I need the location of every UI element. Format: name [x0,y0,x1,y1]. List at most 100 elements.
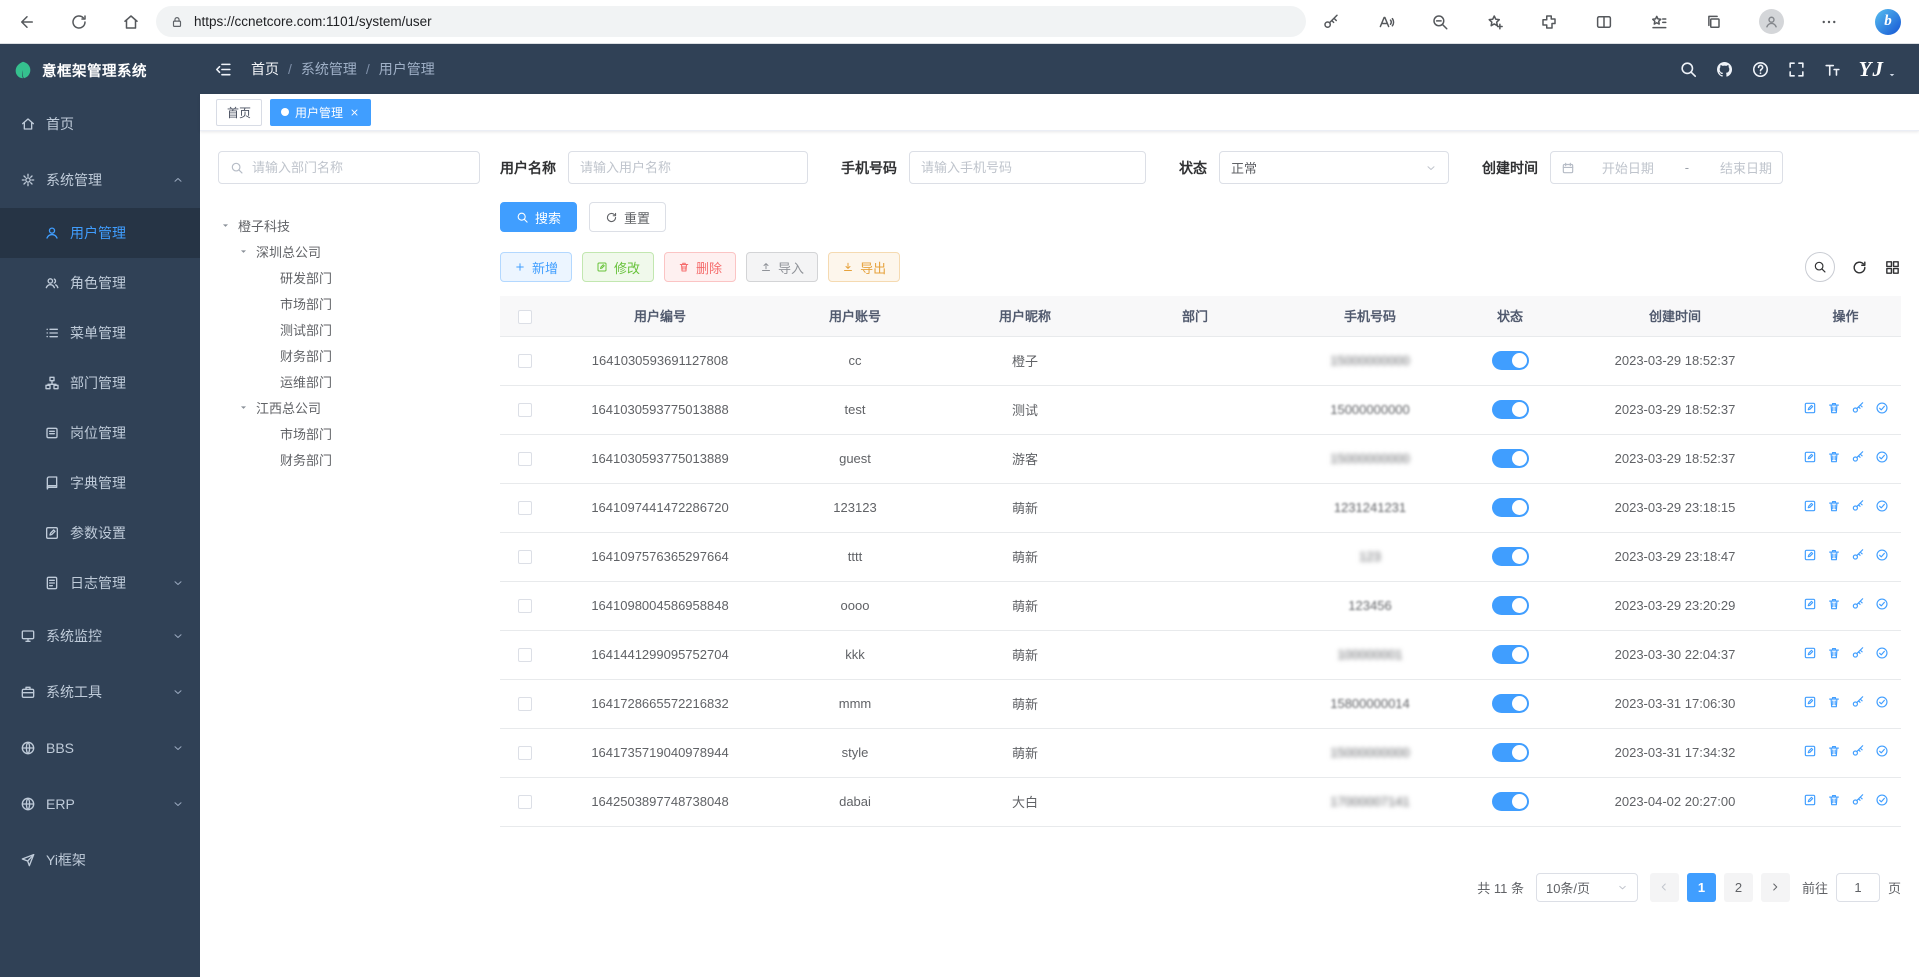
tree-node[interactable]: 深圳总公司 [218,238,480,264]
tab-close-icon[interactable] [349,107,360,118]
read-aloud-icon[interactable] [1377,13,1395,31]
status-toggle[interactable] [1492,498,1529,517]
browser-home-icon[interactable] [122,13,140,31]
row-checkbox[interactable] [518,648,532,662]
tab-user-management[interactable]: 用户管理 [270,99,371,126]
sidebar-item-badge[interactable]: 岗位管理 [0,408,200,458]
collections-icon[interactable] [1704,13,1722,31]
breadcrumb-system[interactable]: 系统管理 [301,59,357,79]
status-toggle[interactable] [1492,449,1529,468]
page-size-select[interactable]: 10条/页 [1536,873,1638,902]
reset-password-icon[interactable] [1851,401,1865,415]
status-toggle[interactable] [1492,645,1529,664]
edit-icon[interactable] [1803,597,1817,611]
row-checkbox[interactable] [518,403,532,417]
edit-icon[interactable] [1803,450,1817,464]
column-settings-button[interactable] [1884,259,1901,276]
row-checkbox[interactable] [518,354,532,368]
delete-icon[interactable] [1827,548,1841,562]
status-toggle[interactable] [1492,351,1529,370]
sidebar-collapse-icon[interactable] [214,60,233,79]
assign-role-icon[interactable] [1875,401,1889,415]
assign-role-icon[interactable] [1875,744,1889,758]
sidebar-item-globe[interactable]: BBS [0,720,200,776]
tree-node[interactable]: 财务部门 [218,446,480,472]
row-checkbox[interactable] [518,550,532,564]
reset-password-icon[interactable] [1851,793,1865,807]
edit-icon[interactable] [1803,744,1817,758]
row-checkbox[interactable] [518,697,532,711]
sidebar-item-send[interactable]: Yi框架 [0,832,200,888]
page-2-button[interactable]: 2 [1724,873,1753,902]
export-button[interactable]: 导出 [828,252,900,282]
site-info-lock-icon[interactable] [170,15,184,29]
row-checkbox[interactable] [518,746,532,760]
status-toggle[interactable] [1492,792,1529,811]
assign-role-icon[interactable] [1875,450,1889,464]
sidebar-item-book[interactable]: 字典管理 [0,458,200,508]
tree-node[interactable]: 运维部门 [218,368,480,394]
reset-password-icon[interactable] [1851,646,1865,660]
reset-password-icon[interactable] [1851,744,1865,758]
row-checkbox[interactable] [518,501,532,515]
goto-page-input[interactable] [1836,873,1880,902]
address-bar[interactable]: https://ccnetcore.com:1101/system/user [156,6,1306,37]
favorites-icon[interactable] [1650,13,1668,31]
sidebar-item-edit[interactable]: 参数设置 [0,508,200,558]
password-key-icon[interactable] [1322,13,1340,31]
assign-role-icon[interactable] [1875,695,1889,709]
header-search-icon[interactable] [1679,60,1698,79]
back-icon[interactable] [18,13,36,31]
delete-icon[interactable] [1827,793,1841,807]
delete-icon[interactable] [1827,695,1841,709]
sidebar-item-tree[interactable]: 部门管理 [0,358,200,408]
delete-icon[interactable] [1827,744,1841,758]
browser-more-icon[interactable] [1820,13,1838,31]
tree-node[interactable]: 测试部门 [218,316,480,342]
caret-down-icon[interactable] [238,402,249,413]
row-checkbox[interactable] [518,599,532,613]
delete-icon[interactable] [1827,401,1841,415]
assign-role-icon[interactable] [1875,646,1889,660]
tree-node[interactable]: 市场部门 [218,420,480,446]
status-toggle[interactable] [1492,400,1529,419]
reset-password-icon[interactable] [1851,450,1865,464]
status-toggle[interactable] [1492,547,1529,566]
delete-icon[interactable] [1827,597,1841,611]
dept-search-input[interactable] [252,160,468,175]
copilot-icon[interactable]: b [1875,9,1901,35]
edit-icon[interactable] [1803,401,1817,415]
edit-icon[interactable] [1803,548,1817,562]
import-button[interactable]: 导入 [746,252,818,282]
assign-role-icon[interactable] [1875,793,1889,807]
phone-input[interactable] [921,160,1134,175]
username-input[interactable] [580,160,796,175]
next-page-button[interactable] [1761,873,1790,902]
delete-icon[interactable] [1827,450,1841,464]
caret-down-icon[interactable] [220,220,231,231]
edit-icon[interactable] [1803,646,1817,660]
reset-button[interactable]: 重置 [589,202,666,232]
delete-button[interactable]: 删除 [664,252,736,282]
edit-icon[interactable] [1803,499,1817,513]
fullscreen-icon[interactable] [1787,60,1806,79]
page-1-button[interactable]: 1 [1687,873,1716,902]
tree-node[interactable]: 市场部门 [218,290,480,316]
zoom-out-icon[interactable] [1431,13,1449,31]
status-toggle[interactable] [1492,743,1529,762]
reset-password-icon[interactable] [1851,695,1865,709]
sidebar-item-monitor[interactable]: 系统监控 [0,608,200,664]
sidebar-item-user[interactable]: 用户管理 [0,208,200,258]
breadcrumb-home[interactable]: 首页 [251,59,279,79]
caret-down-icon[interactable] [238,246,249,257]
extensions-icon[interactable] [1540,13,1558,31]
sidebar-item-globe[interactable]: ERP [0,776,200,832]
sidebar-item-menu[interactable]: 菜单管理 [0,308,200,358]
assign-role-icon[interactable] [1875,597,1889,611]
assign-role-icon[interactable] [1875,548,1889,562]
tab-home[interactable]: 首页 [216,99,262,126]
reset-password-icon[interactable] [1851,499,1865,513]
refresh-table-button[interactable] [1851,259,1868,276]
sidebar-item-users[interactable]: 角色管理 [0,258,200,308]
reset-password-icon[interactable] [1851,597,1865,611]
